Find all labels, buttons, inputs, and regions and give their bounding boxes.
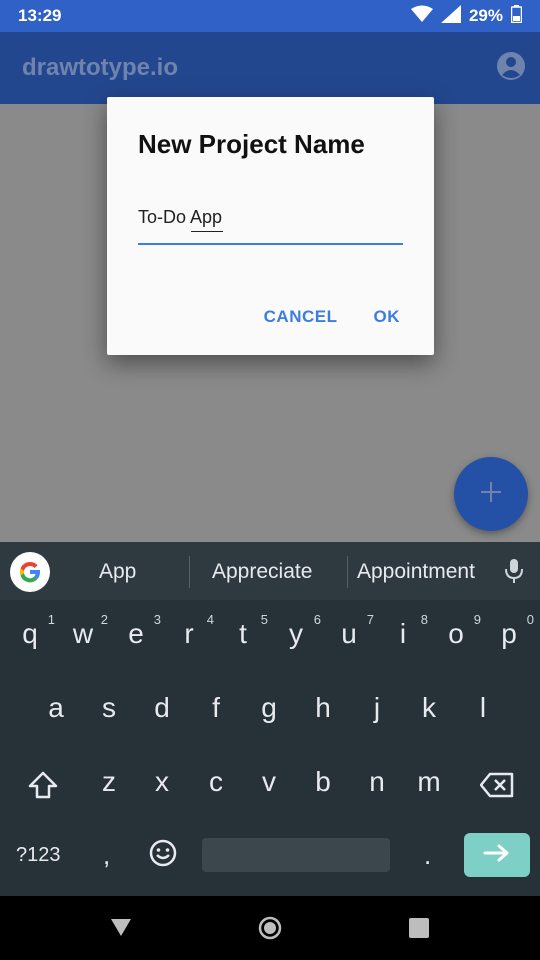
key-n[interactable]: n [350, 766, 404, 798]
project-name-field[interactable] [138, 203, 403, 245]
suggestion-divider [347, 556, 348, 588]
key-p[interactable]: p0 [482, 612, 536, 650]
add-project-button[interactable] [454, 457, 528, 531]
enter-key[interactable] [464, 833, 530, 877]
add-icon [479, 480, 503, 509]
suggestion-strip: App Appreciate Appointment [0, 542, 540, 600]
ok-button[interactable]: OK [374, 307, 401, 327]
dialog-actions: CANCEL OK [264, 307, 400, 327]
new-project-dialog: New Project Name CANCEL OK [107, 97, 434, 355]
key-j[interactable]: j [350, 692, 404, 724]
emoji-icon[interactable] [148, 838, 178, 873]
key-label: t [239, 618, 247, 649]
key-hint: 3 [153, 612, 161, 627]
symbols-key[interactable]: ?123 [16, 844, 61, 867]
cancel-button[interactable]: CANCEL [264, 307, 338, 327]
soft-keyboard: App Appreciate Appointment q1 w2 e3 r4 t… [0, 542, 540, 896]
key-a[interactable]: a [29, 692, 83, 724]
key-hint: 6 [313, 612, 321, 627]
key-g[interactable]: g [242, 692, 296, 724]
key-label: r [184, 618, 194, 649]
app-title: drawtotype.io [22, 54, 179, 81]
key-hint: 0 [526, 612, 534, 627]
backspace-icon[interactable] [470, 772, 524, 805]
key-o[interactable]: o9 [429, 612, 483, 650]
key-x[interactable]: x [135, 766, 189, 798]
signal-icon [440, 4, 461, 28]
app-bar: drawtotype.io [0, 32, 540, 104]
key-w[interactable]: w2 [56, 612, 110, 650]
key-label: w [72, 618, 94, 649]
suggestion-3[interactable]: Appointment [357, 560, 475, 584]
key-l[interactable]: l [456, 692, 510, 724]
key-d[interactable]: d [135, 692, 189, 724]
comma-key[interactable]: , [103, 840, 110, 871]
project-name-input[interactable] [138, 207, 403, 228]
key-label: y [289, 618, 303, 649]
key-hint: 4 [206, 612, 214, 627]
spell-underline [191, 231, 223, 232]
key-hint: 9 [473, 612, 481, 627]
key-i[interactable]: i8 [376, 612, 430, 650]
status-icons: 29% [410, 4, 523, 28]
google-icon[interactable] [10, 552, 50, 592]
key-hint: 5 [260, 612, 268, 627]
key-label: e [128, 618, 144, 649]
nav-back-icon[interactable] [110, 916, 132, 943]
key-hint: 8 [420, 612, 428, 627]
suggestion-2[interactable]: Appreciate [212, 560, 312, 584]
nav-home-icon[interactable] [258, 916, 282, 945]
dialog-title: New Project Name [138, 129, 365, 159]
key-y[interactable]: y6 [269, 612, 323, 650]
space-key[interactable] [202, 838, 390, 872]
system-nav-bar [0, 896, 540, 960]
key-k[interactable]: k [402, 692, 456, 724]
key-z[interactable]: z [82, 766, 136, 798]
key-h[interactable]: h [296, 692, 350, 724]
key-e[interactable]: e3 [109, 612, 163, 650]
key-f[interactable]: f [189, 692, 243, 724]
key-label: q [22, 618, 38, 649]
status-bar: 13:29 29% [0, 0, 540, 32]
key-label: i [399, 618, 407, 649]
nav-recents-icon[interactable] [409, 918, 429, 943]
period-key[interactable]: . [424, 840, 431, 871]
key-label: u [341, 618, 357, 649]
key-v[interactable]: v [242, 766, 296, 798]
key-u[interactable]: u7 [322, 612, 376, 650]
shift-icon[interactable] [16, 770, 70, 807]
key-m[interactable]: m [402, 766, 456, 798]
key-label: p [501, 618, 517, 649]
key-label: o [448, 618, 464, 649]
key-s[interactable]: s [82, 692, 136, 724]
key-b[interactable]: b [296, 766, 350, 798]
account-icon[interactable] [496, 51, 526, 86]
key-q[interactable]: q1 [3, 612, 57, 650]
suggestion-divider [189, 556, 190, 588]
key-r[interactable]: r4 [162, 612, 216, 650]
status-time: 13:29 [18, 6, 62, 25]
key-hint: 2 [100, 612, 108, 627]
battery-percent: 29% [468, 6, 503, 25]
wifi-icon [410, 5, 433, 28]
key-hint: 1 [47, 612, 55, 627]
enter-arrow-icon [483, 843, 511, 868]
battery-icon [510, 4, 523, 28]
key-t[interactable]: t5 [216, 612, 270, 650]
key-c[interactable]: c [189, 766, 243, 798]
mic-icon[interactable] [503, 557, 525, 590]
key-hint: 7 [366, 612, 374, 627]
suggestion-1[interactable]: App [99, 560, 136, 584]
